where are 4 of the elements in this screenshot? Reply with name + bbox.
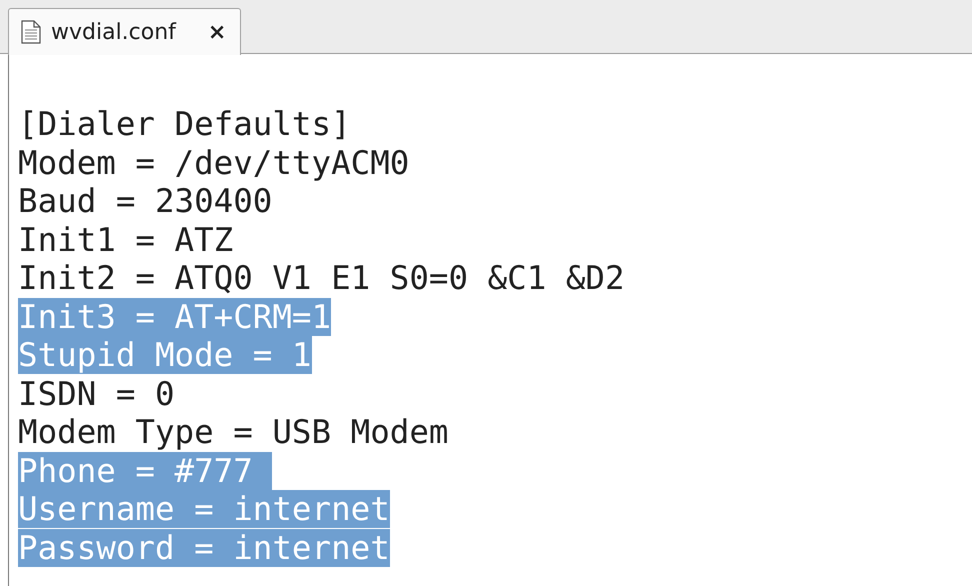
- document-icon: [21, 20, 41, 44]
- close-tab-button[interactable]: ×: [208, 20, 226, 44]
- tab-label: wvdial.conf: [51, 20, 176, 44]
- file-tab[interactable]: wvdial.conf ×: [8, 8, 242, 55]
